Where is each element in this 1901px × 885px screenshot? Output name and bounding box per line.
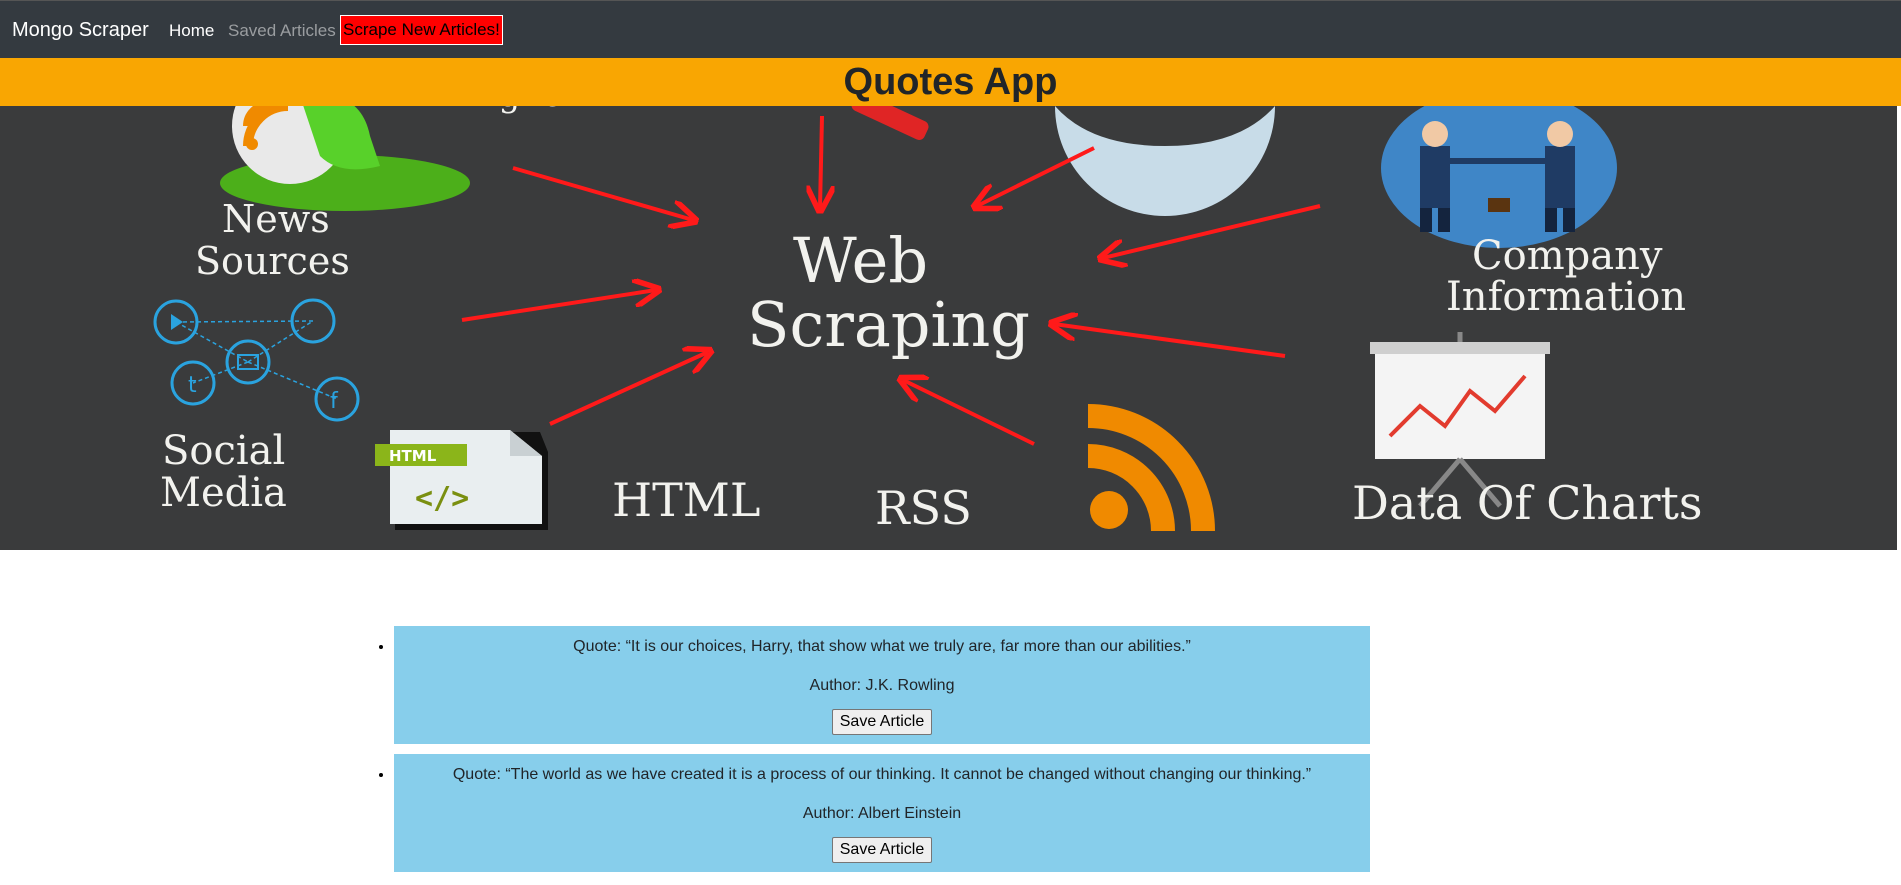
nav-link-home[interactable]: Home <box>169 21 214 41</box>
hero-label-social: Social <box>162 428 285 474</box>
hero-label-scraping: Scraping <box>747 288 1030 361</box>
hero-label-web: Web <box>793 224 928 297</box>
quote-author: Author: J.K. Rowling <box>809 677 955 694</box>
html-file-icon: HTML </> <box>375 430 548 530</box>
brand-logo[interactable]: Mongo Scraper <box>12 19 149 42</box>
nav-link-saved-articles[interactable]: Saved Articles <box>228 21 336 41</box>
hero-label-partial-top: Eligne <box>452 106 562 115</box>
quote-card: Quote: “The world as we have created it … <box>394 754 1370 872</box>
html-code-text: </> <box>415 481 469 516</box>
hero-label-rss: RSS <box>875 481 972 535</box>
title-banner: Quotes App <box>0 58 1901 106</box>
svg-text:t: t <box>188 373 197 398</box>
hero-label-sources: Sources <box>195 239 350 283</box>
quote-text: Quote: “It is our choices, Harry, that s… <box>573 638 1191 655</box>
web-scraping-illustration: Eligne News Sources t f Social Media <box>0 106 1897 550</box>
scrape-new-articles-button[interactable]: Scrape New Articles! <box>340 15 503 45</box>
html-badge-text: HTML <box>389 447 437 465</box>
list-item: Quote: “The world as we have created it … <box>394 754 1370 872</box>
quote-card: Quote: “It is our choices, Harry, that s… <box>394 626 1370 744</box>
hero-label-information: Information <box>1446 274 1686 320</box>
hero-label-media: Media <box>160 470 287 516</box>
navbar: Mongo Scraper Home Saved Articles Scrape… <box>0 0 1901 58</box>
hero-label-html: HTML <box>612 473 760 527</box>
quote-author: Author: Albert Einstein <box>802 805 962 822</box>
hero-label-news: News <box>222 197 330 241</box>
list-item: Quote: “It is our choices, Harry, that s… <box>394 626 1370 744</box>
svg-text:f: f <box>330 389 339 414</box>
hero-label-company: Company <box>1472 233 1663 279</box>
quote-text: Quote: “The world as we have created it … <box>452 766 1312 783</box>
hero-label-data-of-charts: Data Of Charts <box>1352 476 1703 530</box>
hero-image: Eligne News Sources t f Social Media <box>0 106 1897 550</box>
save-article-button[interactable]: Save Article <box>831 837 933 863</box>
save-article-button[interactable]: Save Article <box>831 709 933 735</box>
page-title: Quotes App <box>843 61 1058 103</box>
quotes-list: Quote: “It is our choices, Harry, that s… <box>374 626 1370 882</box>
